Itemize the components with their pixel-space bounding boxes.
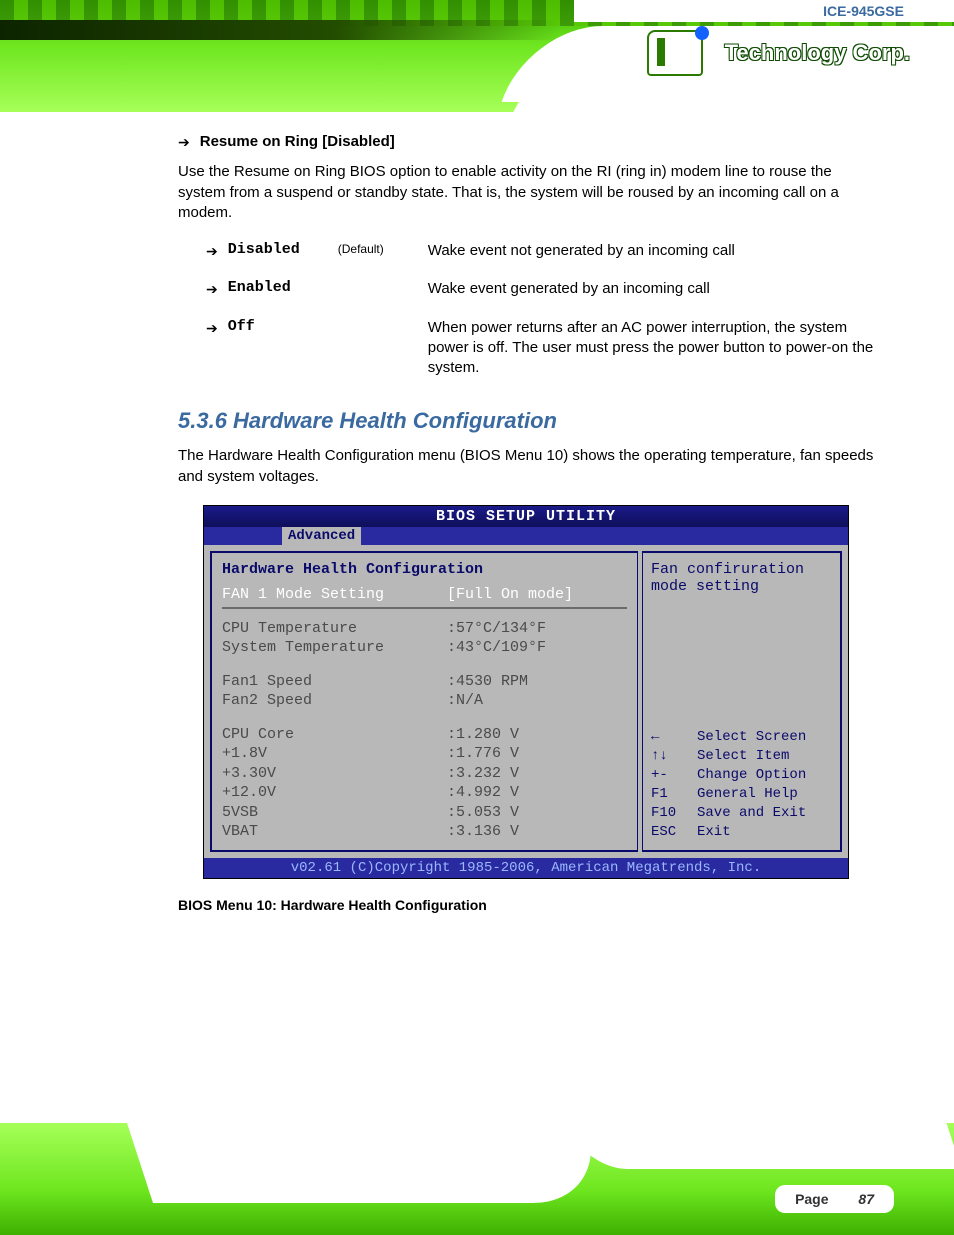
registered-mark: ® [709,46,719,61]
bios-nav-desc: Exit [697,823,731,842]
opt-disabled-desc: Wake event not generated by an incoming … [428,241,735,261]
bios-reading-value: :1.280 V [447,725,519,745]
footer-band: Page 87 [0,1123,954,1235]
opt-enabled-desc: Wake event generated by an incoming call [428,279,710,299]
bios-reading-label: +1.8V [222,744,447,764]
bios-reading-label: 5VSB [222,803,447,823]
resume-on-ring-desc: Use the Resume on Ring BIOS option to en… [178,162,874,223]
bios-reading-row: +12.0V:4.992 V [222,783,627,803]
bios-reading-value: :4530 RPM [447,672,528,692]
header-band: ICE-945GSE ® Technology Corp. [0,0,954,112]
product-name: ICE-945GSE [574,0,954,22]
bios-reading-value: :1.776 V [447,744,519,764]
bios-reading-label: +12.0V [222,783,447,803]
bios-tab-bar: Advanced [204,527,848,545]
bios-reading-row: VBAT:3.136 V [222,822,627,842]
bios-screenshot: BIOS SETUP UTILITY Advanced Hardware Hea… [203,505,849,879]
page-label: Page [795,1191,828,1207]
bios-reading-label: CPU Core [222,725,447,745]
bios-nav-key: ← [651,728,697,747]
bios-title: BIOS SETUP UTILITY [204,506,848,527]
bios-reading-value: :N/A [447,691,483,711]
bios-footer: v02.61 (C)Copyright 1985-2006, American … [204,858,848,878]
bios-left-panel: Hardware Health Configuration FAN 1 Mode… [210,551,638,852]
bios-reading-label: System Temperature [222,638,447,658]
bios-reading-label: +3.30V [222,764,447,784]
bios-reading-value: :3.232 V [447,764,519,784]
resume-on-ring-heading: Resume on Ring [Disabled] [200,132,395,152]
bios-reading-label: VBAT [222,822,447,842]
bios-nav-desc: Save and Exit [697,804,806,823]
option-off: ➔ Off When power returns after an AC pow… [206,318,874,379]
bios-right-panel: Fan confiruration mode setting ←Select S… [642,551,842,852]
bios-nav-key: ↑↓ [651,747,697,766]
brand-logo: ® Technology Corp. [647,30,910,76]
bios-nav-desc: General Help [697,785,798,804]
bios-nav-row: +-Change Option [651,766,832,785]
bios-reading-value: :57°C/134°F [447,619,546,639]
bios-reading-row: CPU Temperature:57°C/134°F [222,619,627,639]
page-content: ➔ Resume on Ring [Disabled] Use the Resu… [0,112,954,1123]
bios-reading-label: Fan1 Speed [222,672,447,692]
bios-help-text: Fan confiruration mode setting [651,561,832,595]
bios-nav-desc: Select Item [697,747,789,766]
bios-reading-row: CPU Core:1.280 V [222,725,627,745]
bios-reading-row: +3.30V:3.232 V [222,764,627,784]
footer-curve-2 [567,1123,954,1169]
bios-nav-desc: Change Option [697,766,806,785]
bios-nav-row: F1General Help [651,785,832,804]
bios-nav-key: F10 [651,804,697,823]
bios-reading-row: System Temperature:43°C/109°F [222,638,627,658]
opt-off-desc: When power returns after an AC power int… [428,318,874,379]
bios-reading-row: 5VSB:5.053 V [222,803,627,823]
arrow-right-icon: ➔ [206,241,218,261]
bios-nav-row: ←Select Screen [651,728,832,747]
bios-reading-row: +1.8V:1.776 V [222,744,627,764]
bios-selected-option[interactable]: FAN 1 Mode Setting [Full On mode] [222,586,627,603]
bios-nav-key: ESC [651,823,697,842]
iei-logo-icon [647,30,703,76]
arrow-right-icon: ➔ [206,318,218,338]
bios-caption: BIOS Menu 10: Hardware Health Configurat… [178,897,874,913]
page-number: Page 87 [775,1185,894,1213]
header-accent [0,20,560,40]
opt-enabled-label: Enabled [228,279,328,296]
brand-text: Technology Corp. [725,40,910,66]
bios-nav-key: F1 [651,785,697,804]
bios-body: Hardware Health Configuration FAN 1 Mode… [204,545,848,858]
bios-sel-label: FAN 1 Mode Setting [222,586,447,603]
bios-nav-row: F10Save and Exit [651,804,832,823]
bios-nav-row: ↑↓Select Item [651,747,832,766]
bios-divider [222,607,627,609]
bios-reading-row: Fan1 Speed:4530 RPM [222,672,627,692]
opt-off-label: Off [228,318,328,335]
bios-nav-desc: Select Screen [697,728,806,747]
bios-nav-help: ←Select Screen↑↓Select Item+-Change Opti… [651,728,832,841]
section-desc: The Hardware Health Configuration menu (… [178,446,874,487]
opt-disabled-label: Disabled [228,241,328,258]
page-no: 87 [858,1191,874,1207]
bios-sel-value: [Full On mode] [447,586,573,603]
option-disabled: ➔ Disabled (Default) Wake event not gene… [206,241,874,261]
bios-nav-row: ESCExit [651,823,832,842]
bios-reading-value: :43°C/109°F [447,638,546,658]
option-heading: ➔ Resume on Ring [Disabled] [178,132,874,152]
arrow-right-icon: ➔ [178,132,190,152]
bios-reading-label: CPU Temperature [222,619,447,639]
section-heading: 5.3.6 Hardware Health Configuration [178,408,874,434]
bios-help-line1: Fan confiruration [651,561,832,578]
bios-nav-key: +- [651,766,697,785]
arrow-right-icon: ➔ [206,279,218,299]
bios-reading-value: :3.136 V [447,822,519,842]
bios-help-line2: mode setting [651,578,832,595]
bios-tab-advanced[interactable]: Advanced [282,527,361,545]
option-enabled: ➔ Enabled Wake event generated by an inc… [206,279,874,299]
opt-disabled-default: (Default) [338,241,418,257]
bios-panel-heading: Hardware Health Configuration [222,561,627,578]
bios-reading-label: Fan2 Speed [222,691,447,711]
footer-curve [127,1123,613,1203]
bios-reading-row: Fan2 Speed:N/A [222,691,627,711]
bios-reading-value: :5.053 V [447,803,519,823]
bios-reading-value: :4.992 V [447,783,519,803]
